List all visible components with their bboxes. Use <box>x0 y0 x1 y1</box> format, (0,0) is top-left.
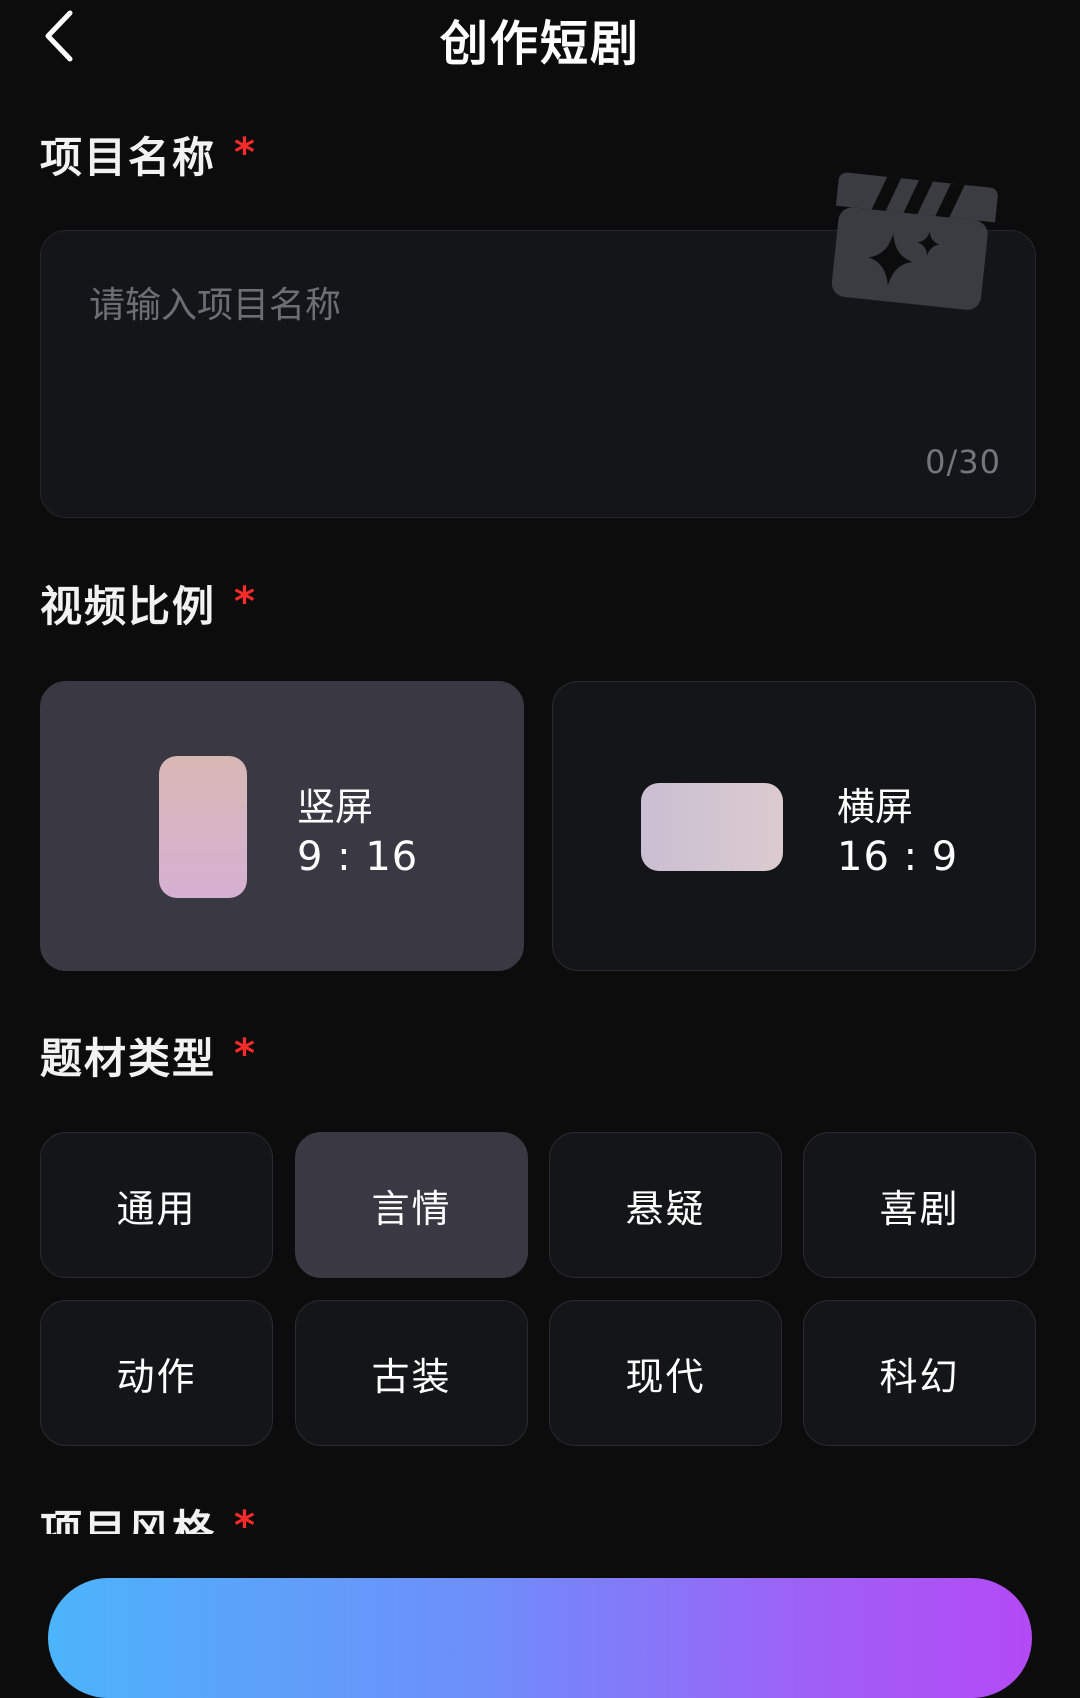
ratio-option-portrait[interactable]: 竖屏 9 : 16 <box>40 681 524 971</box>
clapperboard-sparkle-icon <box>831 172 998 310</box>
required-star: * <box>234 130 257 176</box>
genre-option[interactable]: 现代 <box>549 1300 782 1446</box>
genre-heading: 题材类型 * <box>40 1025 257 1086</box>
required-star: * <box>234 1031 257 1077</box>
landscape-preview-shape <box>641 783 783 871</box>
ratio-option-name: 竖屏 <box>297 785 374 829</box>
project-style-heading: 项目风格 * <box>40 1500 440 1534</box>
project-name-label: 项目名称 <box>40 133 217 182</box>
genre-option[interactable]: 科幻 <box>803 1300 1036 1446</box>
project-name-heading: 项目名称 * <box>40 124 257 185</box>
genre-option[interactable]: 通用 <box>40 1132 273 1278</box>
genre-option[interactable]: 悬疑 <box>549 1132 782 1278</box>
genre-option[interactable]: 喜剧 <box>803 1132 1036 1278</box>
genre-option[interactable]: 动作 <box>40 1300 273 1446</box>
top-bar: 创作短剧 <box>0 0 1080 80</box>
ratio-option-name: 横屏 <box>837 785 914 829</box>
portrait-preview-shape <box>159 756 247 898</box>
ratio-option-value: 16 : 9 <box>837 834 959 880</box>
required-star: * <box>234 579 257 625</box>
character-counter: 0/30 <box>925 443 1001 481</box>
primary-action-button[interactable] <box>48 1578 1032 1698</box>
genre-option[interactable]: 古装 <box>295 1300 528 1446</box>
video-ratio-label: 视频比例 <box>40 582 217 631</box>
video-ratio-heading: 视频比例 * <box>40 573 257 634</box>
genre-option-selected[interactable]: 言情 <box>295 1132 528 1278</box>
genre-label: 题材类型 <box>40 1034 217 1083</box>
ratio-option-landscape[interactable]: 横屏 16 : 9 <box>552 681 1036 971</box>
project-name-input[interactable] <box>89 275 809 335</box>
page-title: 创作短剧 <box>439 16 640 72</box>
required-star: * <box>234 1503 257 1534</box>
project-style-label: 项目风格 <box>40 1506 217 1534</box>
ratio-option-value: 9 : 16 <box>297 834 419 880</box>
